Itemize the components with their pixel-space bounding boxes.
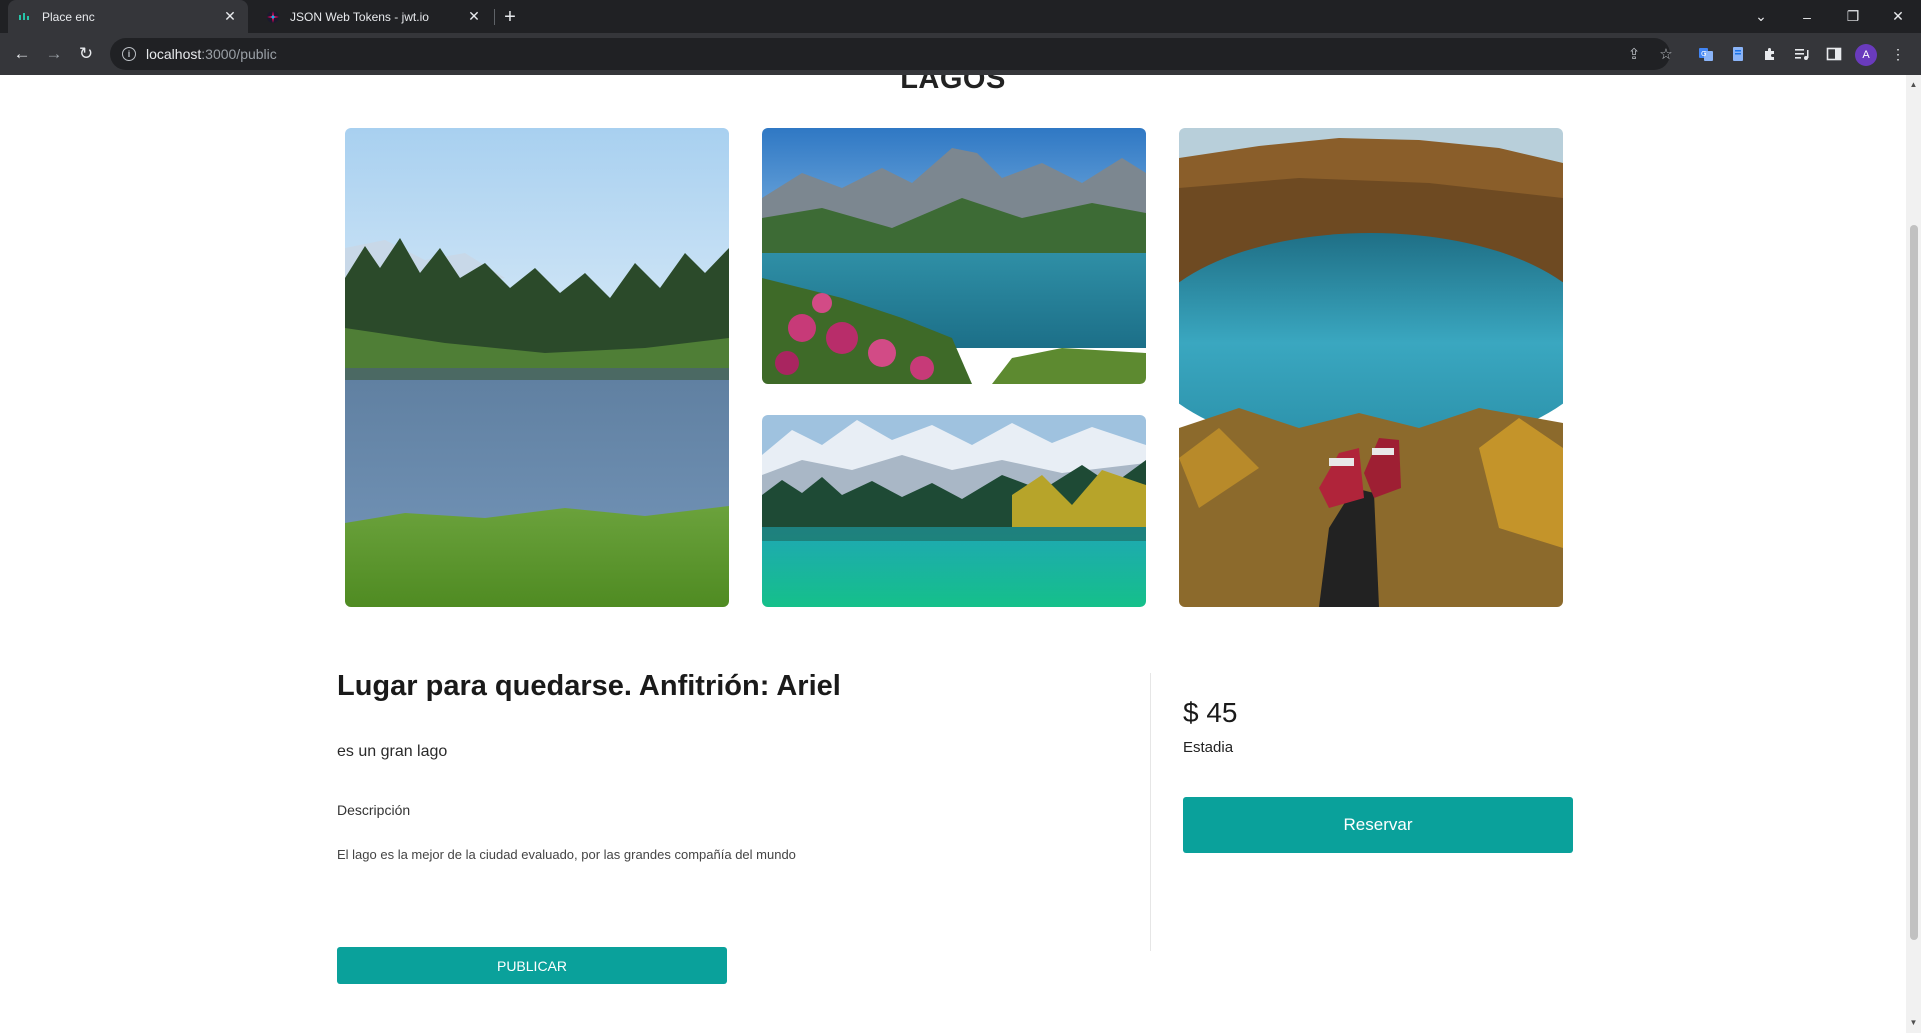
listing-subtitle: es un gran lago bbox=[337, 743, 448, 760]
tab-search-chevron-icon[interactable]: ⌄ bbox=[1738, 0, 1784, 33]
scroll-up-arrow-icon[interactable]: ▲ bbox=[1909, 80, 1918, 89]
alpine-lake-image bbox=[762, 128, 1146, 384]
back-arrow-icon[interactable]: ← bbox=[9, 41, 35, 67]
close-tab-icon[interactable]: ✕ bbox=[222, 8, 238, 25]
site-info-icon[interactable]: i bbox=[122, 47, 136, 61]
gallery-photo-2[interactable] bbox=[762, 128, 1146, 384]
chrome-menu-icon[interactable]: ⋮ bbox=[1887, 43, 1909, 65]
lake-forest-image bbox=[345, 128, 729, 607]
bookmark-star-icon[interactable]: ☆ bbox=[1655, 43, 1677, 65]
listing-host-title: Lugar para quedarse. Anfitrión: Ariel bbox=[337, 670, 841, 702]
close-window-button[interactable]: ✕ bbox=[1875, 0, 1921, 33]
price-value: $ 45 bbox=[1183, 697, 1238, 728]
reload-icon[interactable]: ↻ bbox=[73, 41, 99, 67]
share-icon[interactable]: ⇪ bbox=[1623, 43, 1645, 65]
section-divider bbox=[1150, 673, 1151, 951]
url-path: :3000/public bbox=[201, 46, 277, 62]
jwt-favicon-icon bbox=[266, 10, 280, 24]
browser-toolbar: ← → ↻ i localhost :3000/public ⇪ ☆ G ⋮ bbox=[0, 33, 1921, 75]
profile-avatar[interactable]: A bbox=[1855, 44, 1877, 66]
description-text: El lago es la mejor de la ciudad evaluad… bbox=[337, 847, 796, 862]
gallery-photo-3[interactable] bbox=[762, 415, 1146, 607]
svg-text:G: G bbox=[1701, 50, 1706, 58]
page-title: LAGOS bbox=[900, 75, 1006, 95]
scroll-down-arrow-icon[interactable]: ▼ bbox=[1909, 1018, 1918, 1027]
translate-extension-icon[interactable]: G bbox=[1695, 43, 1717, 65]
page-scrollbar[interactable]: ▲ ▼ bbox=[1906, 75, 1921, 1033]
page-viewport: LAGOS Lugar para quedarse. Anfitrión: Ar… bbox=[0, 75, 1906, 1033]
scrollbar-thumb[interactable] bbox=[1910, 225, 1918, 940]
close-tab-icon[interactable]: ✕ bbox=[466, 8, 482, 25]
publish-button[interactable]: PUBLICAR bbox=[337, 947, 727, 984]
tab-separator bbox=[494, 9, 495, 25]
autumn-lake-image bbox=[1179, 128, 1563, 607]
tab-strip: Place enc ✕ JSON Web Tokens - jwt.io ✕ +… bbox=[0, 0, 1921, 33]
description-label: Descripción bbox=[337, 802, 411, 818]
address-bar[interactable]: i localhost :3000/public bbox=[110, 38, 1670, 70]
gallery-photo-1[interactable] bbox=[345, 128, 729, 607]
tab-title: Place enc bbox=[42, 9, 95, 24]
document-extension-icon[interactable] bbox=[1727, 43, 1749, 65]
media-control-icon[interactable] bbox=[1791, 43, 1813, 65]
minimize-button[interactable]: – bbox=[1784, 0, 1830, 33]
gallery-photo-4[interactable] bbox=[1179, 128, 1563, 607]
forward-arrow-icon[interactable]: → bbox=[41, 41, 67, 67]
price-label: Estadia bbox=[1183, 739, 1234, 756]
site-favicon-icon bbox=[18, 10, 32, 24]
extensions-puzzle-icon[interactable] bbox=[1759, 43, 1781, 65]
reserve-button[interactable]: Reservar bbox=[1183, 797, 1573, 853]
side-panel-icon[interactable] bbox=[1823, 43, 1845, 65]
url-host: localhost bbox=[146, 46, 202, 62]
new-tab-button[interactable]: + bbox=[497, 4, 523, 30]
tab-place-enc[interactable]: Place enc ✕ bbox=[8, 0, 248, 33]
restore-button[interactable]: ❐ bbox=[1830, 0, 1876, 33]
turquoise-lake-image bbox=[762, 415, 1146, 607]
tab-jwt[interactable]: JSON Web Tokens - jwt.io ✕ bbox=[256, 0, 492, 33]
tab-title: JSON Web Tokens - jwt.io bbox=[290, 9, 429, 24]
